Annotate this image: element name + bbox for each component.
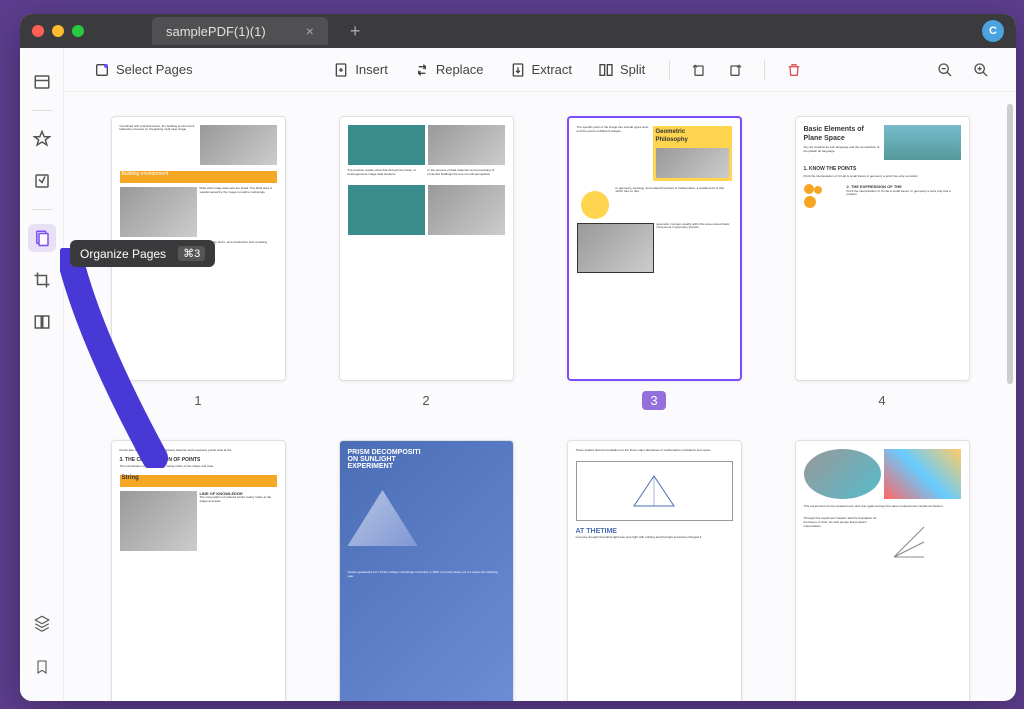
sidebar-divider [32, 110, 52, 111]
organize-pages-tooltip: Organize Pages ⌘3 [70, 240, 215, 267]
avatar-letter: C [989, 25, 997, 37]
sidebar-divider [32, 209, 52, 210]
page-item: Basic Elements ofPlane SpaceAny art cont… [788, 116, 976, 410]
titlebar: samplePDF(1)(1) × + C [20, 14, 1016, 48]
page-thumbnail-5[interactable]: Points also have important and necessary… [111, 440, 286, 701]
thumb-heading: Basic Elements of [804, 125, 881, 134]
thumb-heading: 1. KNOW THE POINTS [804, 166, 961, 173]
extract-label: Extract [532, 62, 572, 77]
page-thumbnail-2[interactable]: The practice results show that through t… [339, 116, 514, 381]
select-pages-label: Select Pages [116, 62, 193, 77]
toolbar-separator [669, 60, 670, 80]
zoom-in-button[interactable] [966, 55, 996, 85]
page-item: These studies laid the foundation for th… [560, 440, 748, 701]
extract-button[interactable]: Extract [500, 56, 582, 84]
page-thumbnail-8[interactable]: This experiment can be repeated over and… [795, 440, 970, 701]
thumb-heading: Philosophy [656, 137, 729, 145]
page-item: This experiment can be repeated over and… [788, 440, 976, 701]
sidebar [20, 48, 64, 701]
scrollbar[interactable] [1007, 104, 1013, 384]
content-area: Select Pages Insert Replace Extract [64, 48, 1016, 701]
tooltip-shortcut: ⌘3 [178, 246, 205, 261]
document-tab[interactable]: samplePDF(1)(1) × [152, 17, 328, 45]
sidebar-edit-icon[interactable] [28, 167, 56, 195]
page-thumbnail-3[interactable]: The specific point of the image can incl… [567, 116, 742, 381]
select-pages-button[interactable]: Select Pages [84, 56, 203, 84]
delete-button[interactable] [779, 55, 809, 85]
maximize-window-button[interactable] [72, 25, 84, 37]
thumb-heading: ON SUNLIGHT [348, 456, 505, 463]
page-number: 3 [642, 391, 665, 410]
thumb-heading: Building environment [120, 169, 171, 179]
page-thumbnail-6[interactable]: PRISM DECOMPOSITI ON SUNLIGHT EXPERIMENT… [339, 440, 514, 701]
thumb-heading: PRISM DECOMPOSITI [348, 449, 505, 456]
thumb-heading: 3. THE COMPOSITION OF POINTS [120, 457, 277, 464]
page-item: PRISM DECOMPOSITI ON SUNLIGHT EXPERIMENT… [332, 440, 520, 701]
rotate-right-button[interactable] [720, 55, 750, 85]
traffic-lights [32, 25, 84, 37]
sidebar-layers-icon[interactable] [28, 609, 56, 637]
thumb-heading: String [120, 473, 141, 483]
zoom-out-button[interactable] [930, 55, 960, 85]
thumb-heading: Geometric [656, 129, 729, 137]
toolbar-separator [764, 60, 765, 80]
page-item: The practice results show that through t… [332, 116, 520, 410]
thumb-heading: Plane Space [804, 134, 881, 143]
page-item: The specific point of the image can incl… [560, 116, 748, 410]
page-number: 2 [414, 391, 437, 410]
sidebar-crop-icon[interactable] [28, 266, 56, 294]
thumb-heading: EXPERIMENT [348, 463, 505, 470]
user-avatar[interactable]: C [982, 20, 1004, 42]
insert-button[interactable]: Insert [323, 56, 398, 84]
close-window-button[interactable] [32, 25, 44, 37]
tab-title: samplePDF(1)(1) [166, 24, 266, 39]
sidebar-highlight-icon[interactable] [28, 125, 56, 153]
page-thumbnail-4[interactable]: Basic Elements ofPlane SpaceAny art cont… [795, 116, 970, 381]
replace-label: Replace [436, 62, 484, 77]
sidebar-viewer-icon[interactable] [28, 68, 56, 96]
tooltip-label: Organize Pages [80, 247, 166, 261]
page-item: Points also have important and necessary… [104, 440, 292, 701]
new-tab-button[interactable]: + [350, 21, 361, 42]
toolbar: Select Pages Insert Replace Extract [64, 48, 1016, 92]
close-tab-icon[interactable]: × [306, 23, 314, 39]
page-number: 1 [186, 391, 209, 410]
app-window: samplePDF(1)(1) × + C [20, 14, 1016, 701]
rotate-left-button[interactable] [684, 55, 714, 85]
page-thumbnail-7[interactable]: These studies laid the foundation for th… [567, 440, 742, 701]
sidebar-compare-icon[interactable] [28, 308, 56, 336]
page-number: 4 [870, 391, 893, 410]
replace-button[interactable]: Replace [404, 56, 494, 84]
split-label: Split [620, 62, 645, 77]
pages-grid: Combined with practical cases, the build… [64, 92, 1016, 701]
main-area: Select Pages Insert Replace Extract [20, 48, 1016, 701]
sidebar-organize-pages-icon[interactable] [28, 224, 56, 252]
minimize-window-button[interactable] [52, 25, 64, 37]
split-button[interactable]: Split [588, 56, 655, 84]
sidebar-bookmark-icon[interactable] [28, 653, 56, 681]
insert-label: Insert [355, 62, 388, 77]
